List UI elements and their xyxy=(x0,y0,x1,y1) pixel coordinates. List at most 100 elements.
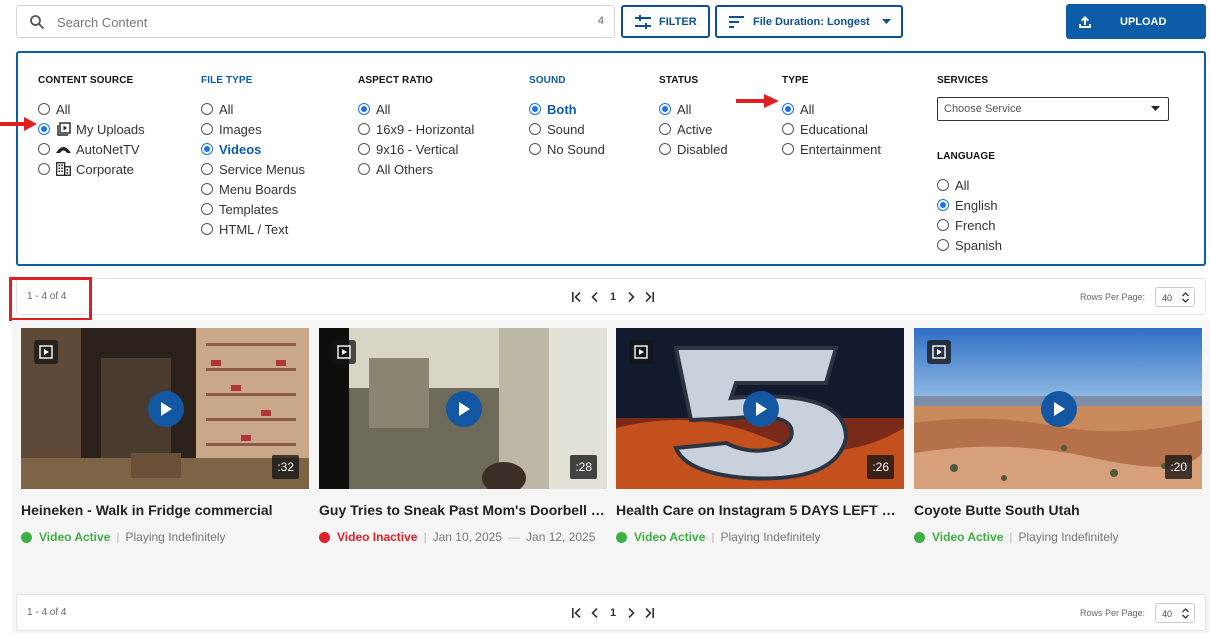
radio[interactable] xyxy=(201,203,213,215)
prev-page-icon[interactable] xyxy=(586,605,604,621)
radio-selected[interactable] xyxy=(529,103,541,115)
radio[interactable] xyxy=(38,163,50,175)
status-option-active[interactable]: Active xyxy=(659,119,728,139)
file-type-option-all[interactable]: All xyxy=(201,99,305,119)
card-meta: Playing Indefinitely xyxy=(720,530,821,544)
radio[interactable] xyxy=(659,143,671,155)
radio[interactable] xyxy=(529,123,541,135)
type-option-all[interactable]: All xyxy=(782,99,881,119)
radio[interactable] xyxy=(358,123,370,135)
aspect-ratio-option-all[interactable]: All xyxy=(358,99,474,119)
sound-option-both[interactable]: Both xyxy=(529,99,605,119)
card-meta-end: Jan 12, 2025 xyxy=(526,530,596,544)
sort-icon xyxy=(729,15,744,28)
content-card[interactable]: :20 Coyote Butte South Utah Video Active… xyxy=(914,328,1202,544)
radio[interactable] xyxy=(782,123,794,135)
file-type-option-videos[interactable]: Videos xyxy=(201,139,305,159)
radio-selected[interactable] xyxy=(38,123,50,135)
service-select[interactable]: Choose Service xyxy=(937,97,1169,121)
search-input[interactable] xyxy=(57,12,557,32)
content-card[interactable]: :32 Heineken - Walk in Fridge commercial… xyxy=(21,328,309,544)
language-option-all[interactable]: All xyxy=(937,175,1002,195)
file-type-option-images[interactable]: Images xyxy=(201,119,305,139)
radio[interactable] xyxy=(358,163,370,175)
last-page-icon[interactable] xyxy=(640,289,658,305)
video-library-icon xyxy=(56,122,71,136)
play-button-icon[interactable] xyxy=(1041,391,1077,427)
radio-selected[interactable] xyxy=(201,143,213,155)
content-source-option-autonettv[interactable]: AutoNetTV xyxy=(38,139,145,159)
aspect-ratio-option-16x9[interactable]: 16x9 - Horizontal xyxy=(358,119,474,139)
radio[interactable] xyxy=(937,219,949,231)
video-thumbnail[interactable]: :28 xyxy=(319,328,607,489)
radio[interactable] xyxy=(38,143,50,155)
sound-option-sound[interactable]: Sound xyxy=(529,119,605,139)
language-option-spanish[interactable]: Spanish xyxy=(937,235,1002,255)
radio-selected[interactable] xyxy=(782,103,794,115)
chevron-down-icon xyxy=(1151,106,1160,111)
status-option-disabled[interactable]: Disabled xyxy=(659,139,728,159)
radio[interactable] xyxy=(201,123,213,135)
play-button-icon[interactable] xyxy=(446,391,482,427)
last-page-icon[interactable] xyxy=(640,605,658,621)
radio[interactable] xyxy=(659,123,671,135)
aspect-ratio-option-all-others[interactable]: All Others xyxy=(358,159,474,179)
radio[interactable] xyxy=(529,143,541,155)
upload-button[interactable]: UPLOAD xyxy=(1066,4,1206,39)
content-source-option-my-uploads[interactable]: My Uploads xyxy=(38,119,145,139)
content-card[interactable]: :26 Health Care on Instagram 5 DAYS LEFT… xyxy=(616,328,904,544)
content-source-option-corporate[interactable]: Corporate xyxy=(38,159,145,179)
card-title[interactable]: Coyote Butte South Utah xyxy=(914,502,1202,518)
type-option-educational[interactable]: Educational xyxy=(782,119,881,139)
radio[interactable] xyxy=(937,239,949,251)
first-page-icon[interactable] xyxy=(568,289,586,305)
sort-duration-dropdown[interactable]: File Duration: Longest xyxy=(715,5,903,38)
radio[interactable] xyxy=(358,143,370,155)
file-type-option-html-text[interactable]: HTML / Text xyxy=(201,219,305,239)
radio[interactable] xyxy=(201,163,213,175)
play-button-icon[interactable] xyxy=(148,391,184,427)
next-page-icon[interactable] xyxy=(622,605,640,621)
card-title[interactable]: Guy Tries to Sneak Past Mom's Doorbell S… xyxy=(319,502,607,518)
status-option-all[interactable]: All xyxy=(659,99,728,119)
prev-page-icon[interactable] xyxy=(586,289,604,305)
file-type-option-templates[interactable]: Templates xyxy=(201,199,305,219)
video-thumbnail[interactable]: :32 xyxy=(21,328,309,489)
aspect-ratio-option-9x16[interactable]: 9x16 - Vertical xyxy=(358,139,474,159)
video-thumbnail[interactable]: :26 xyxy=(616,328,904,489)
language-option-english[interactable]: English xyxy=(937,195,1002,215)
radio[interactable] xyxy=(201,223,213,235)
type-option-entertainment[interactable]: Entertainment xyxy=(782,139,881,159)
content-card[interactable]: :28 Guy Tries to Sneak Past Mom's Doorbe… xyxy=(319,328,607,544)
next-page-icon[interactable] xyxy=(622,289,640,305)
radio[interactable] xyxy=(937,179,949,191)
current-page[interactable]: 1 xyxy=(604,291,622,303)
sound-group: SOUND Both Sound No Sound xyxy=(529,75,605,159)
radio-selected[interactable] xyxy=(659,103,671,115)
radio[interactable] xyxy=(201,183,213,195)
filter-button[interactable]: FILTER xyxy=(621,5,710,38)
file-type-option-menu-boards[interactable]: Menu Boards xyxy=(201,179,305,199)
play-button-icon[interactable] xyxy=(743,391,779,427)
radio[interactable] xyxy=(38,103,50,115)
duration-badge: :20 xyxy=(1165,455,1192,479)
autonettv-logo-icon xyxy=(56,142,71,156)
card-title[interactable]: Heineken - Walk in Fridge commercial xyxy=(21,502,309,518)
card-title[interactable]: Health Care on Instagram 5 DAYS LEFT Son… xyxy=(616,502,904,518)
current-page[interactable]: 1 xyxy=(604,607,622,619)
video-thumbnail[interactable]: :20 xyxy=(914,328,1202,489)
radio[interactable] xyxy=(782,143,794,155)
content-source-title: CONTENT SOURCE xyxy=(38,75,134,86)
radio[interactable] xyxy=(201,103,213,115)
search-box[interactable]: 4 xyxy=(16,5,615,38)
first-page-icon[interactable] xyxy=(568,605,586,621)
sound-option-no-sound[interactable]: No Sound xyxy=(529,139,605,159)
rows-per-page-select[interactable]: 40 xyxy=(1155,287,1195,307)
radio-selected[interactable] xyxy=(358,103,370,115)
file-type-option-service-menus[interactable]: Service Menus xyxy=(201,159,305,179)
rows-per-page-select[interactable]: 40 xyxy=(1155,603,1195,623)
video-type-icon xyxy=(629,340,653,364)
content-source-option-all[interactable]: All xyxy=(38,99,145,119)
language-option-french[interactable]: French xyxy=(937,215,1002,235)
radio-selected[interactable] xyxy=(937,199,949,211)
